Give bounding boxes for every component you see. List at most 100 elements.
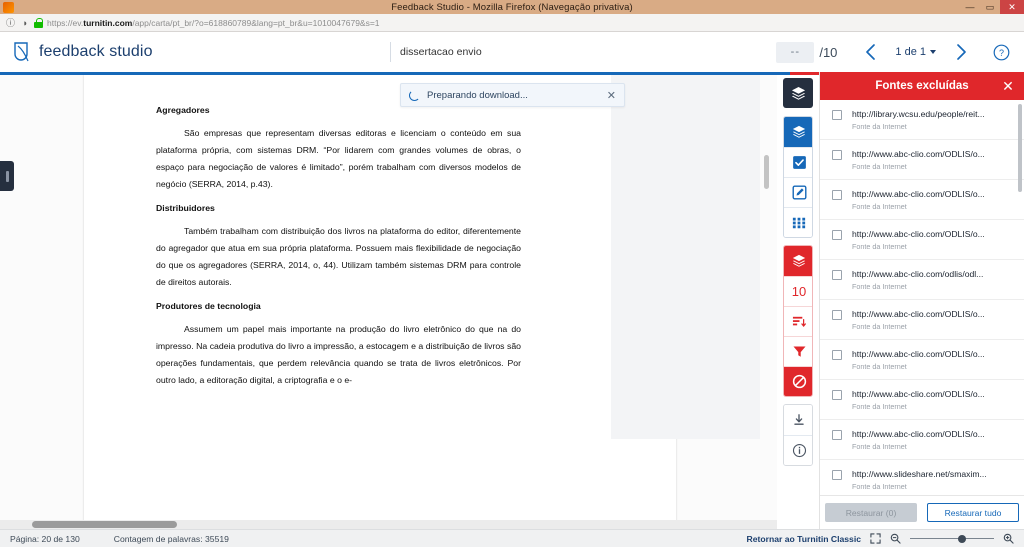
next-paper-button[interactable]: [944, 35, 978, 69]
source-checkbox[interactable]: [832, 390, 842, 400]
source-type: Fonte da Internet: [852, 122, 907, 131]
restore-button[interactable]: Restaurar (0): [825, 503, 917, 522]
previous-paper-button[interactable]: [853, 35, 887, 69]
layers-icon: [791, 86, 805, 100]
window-title: Feedback Studio - Mozilla Firefox (Naveg…: [391, 1, 633, 13]
filters-funnel-icon-button[interactable]: [784, 336, 812, 366]
chevron-right-icon: [956, 44, 966, 60]
list-item[interactable]: http://library.wcsu.edu/people/reit... F…: [820, 100, 1024, 140]
header-divider: [390, 42, 391, 62]
chevron-left-icon: [866, 44, 875, 60]
zoom-out-icon[interactable]: [890, 533, 901, 544]
list-item[interactable]: http://www.slideshare.net/smaxim... Font…: [820, 460, 1024, 495]
help-circle-icon: ?: [993, 44, 1009, 60]
source-checkbox[interactable]: [832, 350, 842, 360]
zoom-in-icon[interactable]: [1003, 533, 1014, 544]
list-item[interactable]: http://www.abc-clio.com/ODLIS/o... Fonte…: [820, 340, 1024, 380]
list-item[interactable]: http://www.abc-clio.com/ODLIS/o... Fonte…: [820, 300, 1024, 340]
grid-icon: [792, 217, 806, 228]
doc-heading: Produtores de tecnologia: [156, 300, 261, 311]
list-item[interactable]: http://www.abc-clio.com/ODLIS/o... Fonte…: [820, 220, 1024, 260]
download-toast-close-icon[interactable]: ✕: [607, 89, 616, 102]
return-to-classic-link[interactable]: Retornar ao Turnitin Classic: [747, 534, 861, 544]
browser-url-bar[interactable]: ⓘ ◑ https://ev.turnitin.com/app/carta/pt…: [0, 14, 1024, 32]
source-url: http://library.wcsu.edu/people/reit...: [852, 109, 985, 119]
fullscreen-icon[interactable]: [870, 533, 881, 544]
panel-close-icon[interactable]: ✕: [998, 72, 1018, 100]
info-icon-button[interactable]: [784, 435, 812, 465]
source-checkbox[interactable]: [832, 470, 842, 480]
paper-pager-dropdown[interactable]: 1 de 1: [887, 46, 944, 58]
rubric-grid-icon-button[interactable]: [784, 207, 812, 237]
download-icon-button[interactable]: [784, 405, 812, 435]
document-vertical-scrollbar[interactable]: [764, 155, 769, 189]
restore-all-button[interactable]: Restaurar tudo: [927, 503, 1019, 522]
source-checkbox[interactable]: [832, 430, 842, 440]
list-item[interactable]: http://www.abc-clio.com/odlis/odl... Fon…: [820, 260, 1024, 300]
source-type: Fonte da Internet: [852, 402, 907, 411]
document-horizontal-scrollbar[interactable]: [0, 520, 777, 529]
doc-heading: Distribuidores: [156, 202, 215, 213]
panel-scrollbar[interactable]: [1018, 104, 1022, 192]
similarity-tool-group: 10: [783, 245, 813, 397]
source-type: Fonte da Internet: [852, 242, 907, 251]
grade-input[interactable]: --: [776, 41, 815, 63]
source-url: http://www.abc-clio.com/odlis/odl...: [852, 269, 984, 279]
list-item[interactable]: http://www.abc-clio.com/ODLIS/o... Fonte…: [820, 380, 1024, 420]
source-checkbox[interactable]: [832, 110, 842, 120]
status-bar-right: Retornar ao Turnitin Classic: [747, 533, 1014, 544]
zoom-slider-handle[interactable]: [958, 534, 966, 543]
source-checkbox[interactable]: [832, 150, 842, 160]
list-item[interactable]: http://www.abc-clio.com/ODLIS/o... Fonte…: [820, 180, 1024, 220]
source-checkbox[interactable]: [832, 190, 842, 200]
url-text[interactable]: https://ev.turnitin.com/app/carta/pt_br/…: [47, 18, 380, 28]
minimize-button[interactable]: —: [960, 0, 980, 14]
header-right-controls: -- /10 1 de 1 ?: [776, 35, 1016, 69]
help-button[interactable]: ?: [986, 37, 1016, 67]
doc-paragraph: Assumem um papel mais importante na prod…: [156, 323, 521, 385]
close-button[interactable]: ✕: [1000, 0, 1024, 14]
page-info-icon[interactable]: ⓘ: [4, 16, 17, 29]
layers-active-icon-button[interactable]: [783, 78, 813, 108]
brand[interactable]: feedback studio: [12, 41, 153, 63]
grademark-tool-group: [783, 116, 813, 238]
svg-text:?: ?: [998, 48, 1003, 58]
zoom-slider[interactable]: [910, 534, 994, 543]
list-item[interactable]: http://www.abc-clio.com/ODLIS/o... Fonte…: [820, 140, 1024, 180]
source-checkbox[interactable]: [832, 270, 842, 280]
horizontal-scroll-thumb[interactable]: [32, 521, 177, 528]
layers-icon: [792, 254, 806, 267]
match-overview-icon-button[interactable]: [784, 306, 812, 336]
chevron-down-icon: [930, 50, 936, 54]
tracking-protection-icon[interactable]: ◑: [18, 16, 31, 29]
check-square-icon: [792, 156, 806, 169]
url-domain: turnitin.com: [83, 17, 133, 28]
word-count-indicator: Contagem de palavras: 35519: [113, 533, 229, 544]
document-viewer: Agregadores São empresas que representam…: [0, 75, 777, 529]
url-scheme: https://ev.: [47, 17, 84, 28]
excluded-sources-icon-button[interactable]: [784, 366, 812, 396]
list-item[interactable]: http://www.abc-clio.com/ODLIS/o... Fonte…: [820, 420, 1024, 460]
layers-blue-icon-button[interactable]: [784, 117, 812, 147]
url-path: /app/carta/pt_br/?o=618860789&lang=pt_br…: [132, 17, 380, 28]
excluded-sources-list[interactable]: http://library.wcsu.edu/people/reit... F…: [820, 100, 1024, 495]
similarity-score-value[interactable]: 10: [784, 276, 812, 306]
feedback-pencil-icon-button[interactable]: [784, 177, 812, 207]
source-type: Fonte da Internet: [852, 482, 907, 491]
download-toast-message: Preparando download...: [427, 89, 528, 101]
pencil-square-icon: [792, 185, 806, 200]
maximize-button[interactable]: ▭: [980, 0, 1000, 14]
source-checkbox[interactable]: [832, 310, 842, 320]
source-checkbox[interactable]: [832, 230, 842, 240]
similarity-layers-icon-button[interactable]: [784, 246, 812, 276]
excluded-sources-panel: Fontes excluídas ✕ http://library.wcsu.e…: [819, 72, 1024, 529]
source-url: http://www.abc-clio.com/ODLIS/o...: [852, 389, 985, 399]
left-panel-toggle[interactable]: [0, 161, 14, 191]
drag-handle-icon: [5, 170, 9, 182]
lock-icon: [34, 17, 43, 28]
source-url: http://www.abc-clio.com/ODLIS/o...: [852, 349, 985, 359]
grademark-check-icon-button[interactable]: [784, 147, 812, 177]
doc-paragraph: Também trabalham com distribuição dos li…: [156, 225, 521, 287]
source-type: Fonte da Internet: [852, 362, 907, 371]
download-toast: Preparando download... ✕: [400, 83, 625, 107]
